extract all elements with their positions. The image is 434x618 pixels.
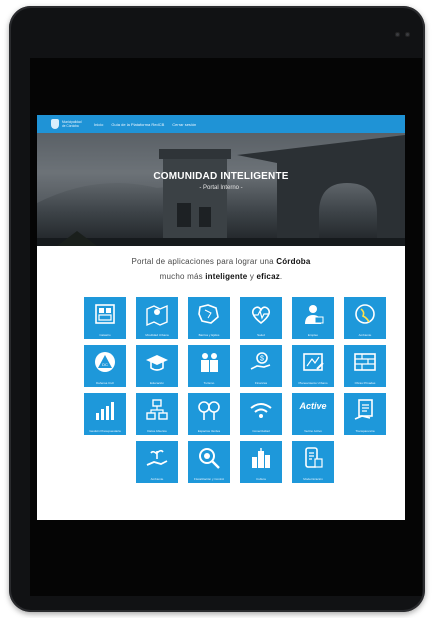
city-icon: [252, 448, 270, 468]
app-tile[interactable]: Transparencia: [344, 393, 386, 435]
app-tile[interactable]: Fiscalización y Control: [188, 441, 230, 483]
graduation-cap-icon: [146, 355, 168, 371]
app-tile-label: Defensa Civil: [96, 381, 114, 385]
svg-text:$: $: [260, 356, 264, 363]
hero-subtitle: - Portal Interno -: [199, 185, 243, 191]
nav-link-guide[interactable]: Guía de la Plataforma RedCB: [111, 122, 164, 127]
app-tile[interactable]: DC Defensa Civil: [84, 345, 126, 387]
app-tile-label: Modernización: [303, 477, 323, 481]
app-tile[interactable]: Catastro: [84, 297, 126, 339]
app-tile-label: Vecino Activo: [304, 429, 322, 433]
app-tile-label: Turismo: [203, 381, 215, 385]
app-tile[interactable]: Ambiente: [136, 441, 178, 483]
svg-text:DC: DC: [102, 362, 108, 367]
app-tile-label: Empleo: [307, 333, 319, 337]
globe-icon: [355, 304, 375, 324]
app-tile-label: Ambiente: [358, 333, 372, 337]
hero-banner: COMUNIDAD INTELIGENTE - Portal Interno -: [37, 133, 405, 246]
app-tile[interactable]: Gestión Presupuestaria: [84, 393, 126, 435]
app-tile-label: Finanzas: [254, 381, 268, 385]
data-tree-icon: [146, 399, 168, 420]
app-tile[interactable]: Cultura: [240, 441, 282, 483]
building-blocks-icon: [95, 304, 115, 324]
app-row: DC Defensa Civil Educación Turismo $ Finanzas…: [37, 345, 405, 387]
app-tile-label: Transparencia: [355, 429, 375, 433]
app-tile[interactable]: Planeamiento Urbano: [292, 345, 334, 387]
plant-hand-icon: [146, 449, 168, 466]
app-tile[interactable]: Obras Privadas: [344, 345, 386, 387]
app-tile-label: Catastro: [99, 333, 111, 337]
app-tile[interactable]: Salud: [240, 297, 282, 339]
app-tile[interactable]: Datos Abiertos: [136, 393, 178, 435]
app-tile-label: Salud: [257, 333, 265, 337]
app-tile[interactable]: Modernización: [292, 441, 334, 483]
app-tile-label: Espacios Verdes: [197, 429, 221, 433]
app-tile[interactable]: Empleo: [292, 297, 334, 339]
app-tile-label: Conectividad: [252, 429, 270, 433]
app-tile-label: Barrios y Ejidos: [198, 333, 220, 337]
intro-line-1: Portal de aplicaciones para lograr una C…: [131, 257, 311, 266]
app-tile[interactable]: Educación: [136, 345, 178, 387]
nav-link-logout[interactable]: Cerrar sesión: [172, 122, 196, 127]
app-tile[interactable]: Conectividad: [240, 393, 282, 435]
tablet-screen: Municipalidad de Córdoba Inicio Guía de …: [30, 58, 422, 596]
city-seal-icon: [51, 119, 59, 129]
app-tile-label: Gestión Presupuestaria: [89, 429, 121, 433]
intro-line-2: mucho más inteligente y eficaz.: [159, 272, 283, 281]
camera-dot: [395, 32, 400, 37]
app-row: Catastro Movilidad Urbana Barrios y Ejidos…: [37, 297, 405, 339]
app-tile[interactable]: Espacios Verdes: [188, 393, 230, 435]
app-tile-label: Ambiente: [150, 477, 164, 481]
intro-text: Portal de aplicaciones para lograr una C…: [37, 254, 405, 284]
app-tile[interactable]: Movilidad Urbana: [136, 297, 178, 339]
app-tile[interactable]: Barrios y Ejidos: [188, 297, 230, 339]
sensor-dot: [405, 32, 410, 37]
app-row: Gestión Presupuestaria Datos Abiertos Espa…: [37, 393, 405, 435]
blueprint-icon: [303, 353, 324, 371]
tourist-icon: [201, 353, 218, 372]
document-hand-icon: [354, 399, 373, 420]
money-hand-icon: $: [250, 352, 271, 370]
app-tile-label: Movilidad Urbana: [145, 333, 169, 337]
app-tile-label: Planeamiento Urbano: [298, 381, 328, 385]
territory-map-icon: [198, 304, 219, 324]
brand-logo[interactable]: Municipalidad de Córdoba: [51, 119, 84, 129]
hero-title: COMUNIDAD INTELIGENTE: [153, 171, 289, 182]
wifi-icon: [250, 403, 272, 418]
brand-name: Municipalidad de Córdoba: [62, 120, 82, 128]
map-pin-icon: [146, 304, 168, 327]
app-tile[interactable]: Turismo: [188, 345, 230, 387]
trees-icon: [198, 401, 220, 420]
nav-link-home[interactable]: Inicio: [94, 122, 103, 127]
app-tile[interactable]: Active Vecino Activo: [292, 393, 334, 435]
heartbeat-icon: [251, 306, 271, 325]
app-tile-label: Cultura: [256, 477, 266, 481]
bar-growth-icon: [96, 402, 114, 420]
tablet-frame: Municipalidad de Córdoba Inicio Guía de …: [9, 6, 425, 612]
app-tile-label: Fiscalización y Control: [193, 477, 224, 481]
app-tile-label: Educación: [149, 381, 164, 385]
app-tile[interactable]: $ Finanzas: [240, 345, 282, 387]
magnifier-icon: [199, 448, 220, 469]
worker-icon: [305, 305, 324, 324]
mobile-doc-icon: [305, 447, 323, 468]
top-navbar: Municipalidad de Córdoba Inicio Guía de …: [37, 115, 405, 133]
active-logo-icon: Active: [299, 401, 327, 411]
app-row: Ambiente Fiscalización y Control Cultura Mo…: [37, 441, 405, 483]
app-tile[interactable]: Ambiente: [344, 297, 386, 339]
brick-wall-icon: [354, 353, 376, 371]
web-page: Municipalidad de Córdoba Inicio Guía de …: [37, 115, 405, 520]
app-tile-label: Obras Privadas: [354, 381, 376, 385]
app-tile-label: Datos Abiertos: [147, 429, 167, 433]
warning-triangle-icon: DC: [95, 352, 115, 372]
